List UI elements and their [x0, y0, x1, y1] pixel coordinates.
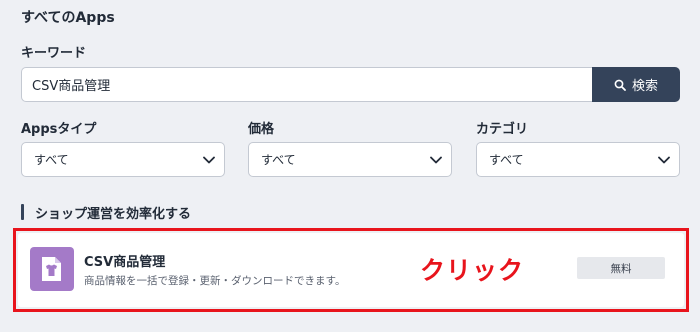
search-button[interactable]: 検索 [592, 67, 680, 102]
chevron-down-icon [658, 156, 670, 164]
app-name: CSV商品管理 [84, 255, 166, 270]
section-accent-bar [21, 204, 24, 220]
section-title: ショップ運営を効率化する [35, 206, 192, 222]
filter-category: カテゴリ すべて [476, 118, 680, 177]
section-heading: ショップ運営を効率化する [21, 203, 192, 222]
clothing-document-icon [30, 247, 74, 291]
filter-label: Appsタイプ [21, 122, 97, 137]
search-input[interactable] [21, 67, 592, 102]
price-badge: 無料 [577, 257, 665, 279]
page-title: すべてのApps [21, 10, 115, 26]
apps-type-select[interactable]: すべて [21, 142, 225, 177]
filter-label: 価格 [248, 122, 275, 137]
chevron-down-icon [203, 156, 215, 164]
filter-label: カテゴリ [476, 122, 529, 137]
app-store-page: すべてのApps キーワード 検索 Appsタイプ すべて 価格 すべて [0, 0, 700, 332]
filter-apps-type: Appsタイプ すべて [21, 118, 225, 177]
app-description: 商品情報を一括で登録・更新・ダウンロードできます。 [84, 275, 346, 287]
select-value: すべて [489, 153, 524, 167]
category-select[interactable]: すべて [476, 142, 680, 177]
keyword-label: キーワード [21, 46, 87, 61]
filter-price: 価格 すべて [248, 118, 452, 177]
price-select[interactable]: すべて [248, 142, 452, 177]
select-value: すべて [261, 153, 296, 167]
app-card-csv[interactable]: CSV商品管理 商品情報を一括で登録・更新・ダウンロードできます。 クリック 無… [18, 233, 684, 307]
click-annotation: クリック [420, 256, 525, 285]
search-bar: 検索 [21, 67, 680, 102]
search-button-label: 検索 [631, 79, 658, 94]
search-icon [614, 79, 626, 91]
select-value: すべて [34, 153, 69, 167]
chevron-down-icon [430, 156, 442, 164]
